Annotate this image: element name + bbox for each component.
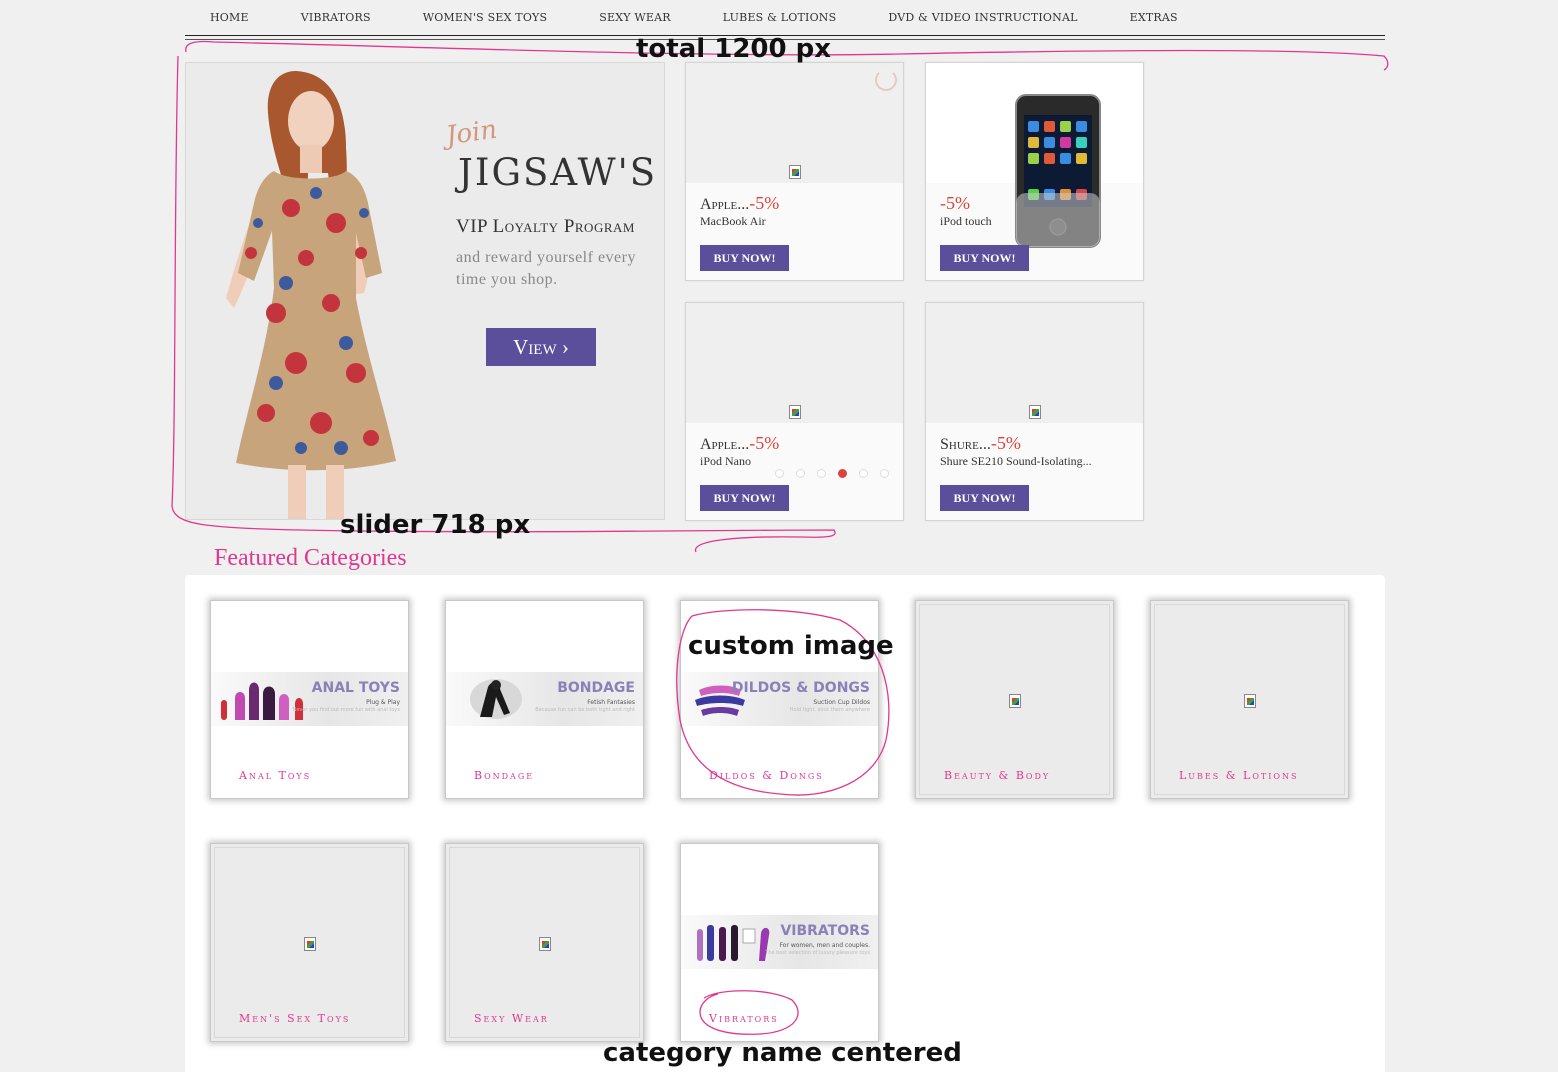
category-banner-fineprint: Hold tight, stick them anywhere xyxy=(789,707,870,713)
slider-pagination xyxy=(775,469,901,478)
category-banner-subtitle: For women, men and couples. xyxy=(779,942,870,949)
annotation-category-centered: category name centered xyxy=(603,1038,962,1068)
broken-image-icon xyxy=(1009,694,1021,708)
annotation-custom-image: custom image xyxy=(688,631,894,661)
view-button[interactable]: View › xyxy=(486,328,596,366)
category-name: Lubes & Lotions xyxy=(1179,769,1299,782)
category-name: Bondage xyxy=(474,769,535,782)
broken-image-icon xyxy=(789,165,801,179)
slider-dot[interactable] xyxy=(880,469,889,478)
category-banner: VIBRATORS For women, men and couples. Th… xyxy=(681,915,878,969)
category-banner: DILDOS & DONGS Suction Cup Dildos Hold t… xyxy=(681,672,878,726)
product-model: Shure SE210 Sound-Isolating... xyxy=(940,454,1092,468)
promo-subtitle: VIP Loyalty Program xyxy=(456,216,635,237)
buy-now-button[interactable]: BUY NOW! xyxy=(940,245,1029,271)
product-card[interactable]: Shure...-5% Shure SE210 Sound-Isolating.… xyxy=(925,302,1144,521)
category-tile-bondage[interactable]: BONDAGE Fetish Fantasies Because fun can… xyxy=(445,600,644,799)
product-card[interactable]: Apple...-5% MacBook Air BUY NOW! xyxy=(685,62,904,281)
model-photo xyxy=(226,71,396,519)
category-banner-subtitle: Suction Cup Dildos xyxy=(813,699,870,706)
category-banner-fineprint: Never you find out more fun with anal to… xyxy=(292,707,400,713)
category-tile-mens-sex-toys[interactable]: Men's Sex Toys xyxy=(210,843,409,1042)
product-discount: -5% xyxy=(990,433,1021,453)
promo-slider[interactable]: Join JIGSAW'S VIP Loyalty Program and re… xyxy=(185,62,665,520)
category-name: Dildos & Dongs xyxy=(709,769,824,782)
product-image xyxy=(926,303,1143,423)
broken-image-icon xyxy=(539,937,551,951)
product-brand: Shure...-5% xyxy=(940,433,1021,453)
category-name: Vibrators xyxy=(709,1012,779,1025)
category-tile-anal-toys[interactable]: ANAL TOYS Plug & Play Never you find out… xyxy=(210,600,409,799)
category-tile-vibrators[interactable]: VIBRATORS For women, men and couples. Th… xyxy=(680,843,879,1042)
product-discount: -5% xyxy=(940,193,970,213)
product-card[interactable]: Apple...-5% iPod Nano BUY NOW! xyxy=(685,302,904,521)
broken-image-icon xyxy=(1029,405,1041,419)
nav-womens-sex-toys[interactable]: WOMEN'S SEX TOYS xyxy=(423,11,548,24)
top-navigation: HOME VIBRATORS WOMEN'S SEX TOYS SEXY WEA… xyxy=(185,0,1385,40)
product-discount: -5% xyxy=(749,433,780,453)
category-banner-title: VIBRATORS xyxy=(780,923,870,939)
annotation-total-width: total 1200 px xyxy=(636,34,832,64)
broken-image-icon xyxy=(304,937,316,951)
category-banner-title: ANAL TOYS xyxy=(311,680,400,696)
loading-spinner-icon xyxy=(875,69,897,91)
nav-vibrators[interactable]: VIBRATORS xyxy=(301,11,371,24)
product-discount: -5% xyxy=(749,193,780,213)
category-banner-fineprint: Because fun can be both tight and right xyxy=(535,707,635,713)
featured-categories-title: Featured Categories xyxy=(214,545,407,571)
slider-dot[interactable] xyxy=(775,469,784,478)
product-brand: Apple...-5% xyxy=(700,193,780,213)
promo-title: JIGSAW'S xyxy=(458,151,658,194)
anal-toys-banner-image xyxy=(221,682,303,720)
nav-dvd-video[interactable]: DVD & VIDEO INSTRUCTIONAL xyxy=(888,11,1077,24)
product-image xyxy=(686,63,903,183)
buy-now-button[interactable]: BUY NOW! xyxy=(700,245,789,271)
product-model: iPod touch xyxy=(940,214,992,228)
product-brand: Apple...-5% xyxy=(700,433,780,453)
slider-dot-active[interactable] xyxy=(838,469,847,478)
broken-image-icon xyxy=(1244,694,1256,708)
vibrators-banner-image xyxy=(697,925,770,961)
nav-home[interactable]: HOME xyxy=(210,11,249,24)
product-card[interactable]: -5% iPod touch BUY NOW! xyxy=(925,62,1144,281)
product-brand: -5% xyxy=(940,193,970,214)
promo-join-text: Join xyxy=(444,114,499,152)
category-tile-beauty-body[interactable]: Beauty & Body xyxy=(915,600,1114,799)
category-tile-lubes-lotions[interactable]: Lubes & Lotions xyxy=(1150,600,1349,799)
product-image xyxy=(686,303,903,423)
buy-now-button[interactable]: BUY NOW! xyxy=(700,485,789,511)
buy-now-button[interactable]: BUY NOW! xyxy=(940,485,1029,511)
category-name: Beauty & Body xyxy=(944,769,1051,782)
nav-sexy-wear[interactable]: SEXY WEAR xyxy=(599,11,671,24)
nav-extras[interactable]: EXTRAS xyxy=(1130,11,1178,24)
bondage-banner-image xyxy=(470,679,522,719)
ipod-touch-image xyxy=(1015,94,1101,248)
category-tile-sexy-wear[interactable]: Sexy Wear xyxy=(445,843,644,1042)
category-banner-title: DILDOS & DONGS xyxy=(731,680,870,696)
category-banner: ANAL TOYS Plug & Play Never you find out… xyxy=(211,672,408,726)
category-banner-title: BONDAGE xyxy=(557,680,635,696)
category-banner-subtitle: Fetish Fantasies xyxy=(587,699,635,706)
category-name: Sexy Wear xyxy=(474,1012,549,1025)
category-tile-dildos-dongs[interactable]: DILDOS & DONGS Suction Cup Dildos Hold t… xyxy=(680,600,879,799)
promo-description: and reward yourself every time you shop. xyxy=(456,249,636,288)
category-name: Anal Toys xyxy=(239,769,312,782)
product-model: iPod Nano xyxy=(700,454,751,468)
product-model: MacBook Air xyxy=(700,214,766,228)
category-banner-subtitle: Plug & Play xyxy=(366,699,400,706)
slider-dot[interactable] xyxy=(817,469,826,478)
annotation-slider-width: slider 718 px xyxy=(340,510,531,540)
category-name: Men's Sex Toys xyxy=(239,1012,351,1025)
broken-image-icon xyxy=(789,405,801,419)
category-banner-fineprint: The best selection of luxury pleasure to… xyxy=(765,950,870,956)
category-banner: BONDAGE Fetish Fantasies Because fun can… xyxy=(446,672,643,726)
slider-dot[interactable] xyxy=(796,469,805,478)
slider-dot[interactable] xyxy=(859,469,868,478)
nav-lubes-lotions[interactable]: LUBES & LOTIONS xyxy=(723,11,837,24)
